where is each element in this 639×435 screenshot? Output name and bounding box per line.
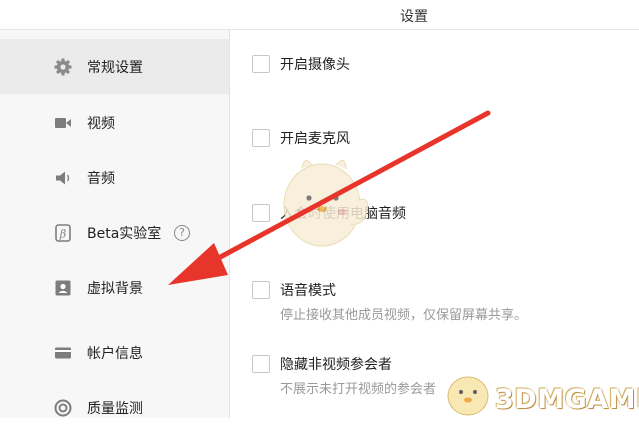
- voice-mode-checkbox[interactable]: [252, 281, 270, 299]
- sidebar-item-quality-monitor[interactable]: 质量监测: [0, 380, 229, 435]
- help-icon[interactable]: ?: [174, 224, 190, 241]
- computer-audio-checkbox[interactable]: [252, 204, 270, 222]
- sidebar-item-label: 帐户信息: [87, 345, 143, 362]
- title-bar: 设置: [0, 0, 639, 30]
- sidebar-item-label: 视频: [87, 115, 115, 132]
- video-camera-icon: [53, 113, 73, 133]
- beta-icon: β: [53, 223, 73, 243]
- monitor-gauge-icon: [53, 398, 73, 418]
- sidebar-item-video[interactable]: 视频: [0, 95, 229, 150]
- sidebar-item-account-info[interactable]: 帐户信息: [0, 325, 229, 380]
- sidebar-item-beta-lab[interactable]: β Beta实验室 ?: [0, 205, 229, 260]
- option-description: 不展示未打开视频的参会者: [280, 382, 437, 397]
- option-label: 入会时使用电脑音频: [280, 206, 406, 222]
- option-label: 开启摄像头: [280, 57, 350, 73]
- sidebar-item-label: 常规设置: [87, 59, 143, 76]
- watermark-logo-text: 3DMGAME: [495, 384, 639, 415]
- window-title: 设置: [400, 9, 428, 25]
- speaker-icon: [53, 168, 73, 188]
- sidebar-item-label: 质量监测: [87, 400, 143, 417]
- portrait-icon: [53, 278, 73, 298]
- svg-text:β: β: [59, 227, 66, 240]
- card-icon: [53, 343, 73, 363]
- logo-mascot-icon: [447, 376, 489, 416]
- option-label: 隐藏非视频参会者: [280, 357, 392, 373]
- hide-non-video-checkbox[interactable]: [252, 355, 270, 373]
- sidebar-item-audio[interactable]: 音频: [0, 150, 229, 205]
- sidebar-item-label: 虚拟背景: [87, 280, 143, 297]
- option-label: 开启麦克风: [280, 131, 350, 147]
- sidebar-item-label: Beta实验室: [87, 225, 162, 242]
- gear-icon: [53, 57, 73, 77]
- sidebar-item-general[interactable]: 常规设置: [0, 39, 229, 94]
- settings-sidebar: 常规设置 视频 音频 β Beta实验室 ? 虚拟背景 帐户信息 质量监测: [0, 30, 230, 418]
- microphone-checkbox[interactable]: [252, 129, 270, 147]
- option-description: 停止接收其他成员视频，仅保留屏幕共享。: [280, 308, 528, 323]
- option-label: 语音模式: [280, 283, 336, 299]
- sidebar-item-virtual-background[interactable]: 虚拟背景: [0, 260, 229, 315]
- camera-checkbox[interactable]: [252, 55, 270, 73]
- sidebar-item-label: 音频: [87, 170, 115, 187]
